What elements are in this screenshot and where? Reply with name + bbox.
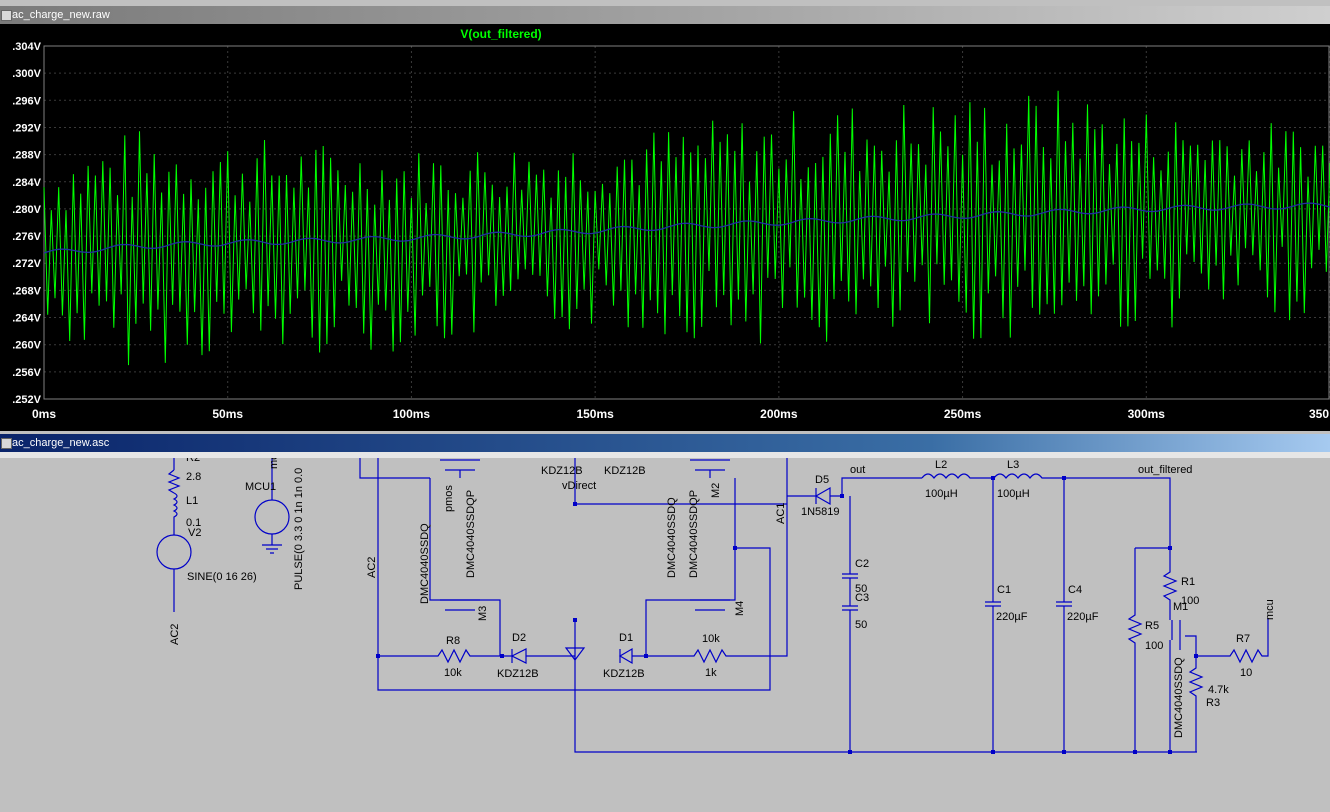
label-mcu1[interactable]: MCU1 — [245, 481, 276, 493]
y-tick-label: .304V — [12, 41, 41, 53]
x-tick-label: 300ms — [1128, 407, 1166, 421]
label-m1-part[interactable]: DMC4040SSDQ — [1173, 657, 1185, 738]
label-ac2-wire[interactable]: AC2 — [366, 557, 378, 578]
schematic-window-titlebar[interactable]: ac_charge_new.asc — [0, 434, 1330, 452]
label-v2-value[interactable]: SINE(0 16 26) — [187, 571, 257, 583]
schematic-labels: R2 2.8 L1 0.1 V2 SINE(0 16 26) AC2 MCU1 … — [169, 452, 1276, 738]
waveform-window-titlebar[interactable]: ac_charge_new.raw — [0, 6, 1330, 24]
label-l1[interactable]: L1 — [186, 495, 198, 507]
label-c3-value[interactable]: 50 — [855, 619, 867, 631]
x-tick-label: 150ms — [576, 407, 614, 421]
y-axis-ticks: .304V .300V .296V .292V .288V .284V .280V .276V… — [12, 41, 41, 406]
label-r8[interactable]: R8 — [446, 635, 460, 647]
wires — [156, 455, 1269, 753]
label-m4[interactable]: M4 — [734, 601, 746, 616]
waveform-plot[interactable]: .304V .300V .296V .292V .288V .284V .280V .276V… — [0, 24, 1330, 431]
label-c1-value[interactable]: 220µF — [996, 611, 1028, 623]
window-icon — [1, 438, 12, 449]
label-l3[interactable]: L3 — [1007, 459, 1019, 471]
label-r7[interactable]: R7 — [1236, 633, 1250, 645]
label-c3[interactable]: C3 — [855, 592, 869, 604]
schematic-canvas[interactable]: R2 2.8 L1 0.1 V2 SINE(0 16 26) AC2 MCU1 … — [0, 452, 1330, 812]
x-tick-label: 50ms — [212, 407, 243, 421]
x-tick-label: 250ms — [944, 407, 982, 421]
schematic-window-title: ac_charge_new.asc — [12, 437, 110, 449]
label-ac2-net[interactable]: AC2 — [169, 624, 181, 645]
schematic-drawing[interactable]: R2 2.8 L1 0.1 V2 SINE(0 16 26) AC2 MCU1 … — [0, 452, 1330, 812]
y-tick-label: .280V — [12, 204, 41, 216]
label-r-1k[interactable]: 1k — [705, 667, 717, 679]
label-m3-part-b[interactable]: DMC4040SSDQP — [465, 490, 477, 578]
waveform-window-title: ac_charge_new.raw — [12, 9, 110, 21]
x-tick-label: 200ms — [760, 407, 798, 421]
x-tick-label: 350 — [1309, 407, 1329, 421]
label-kdz-a[interactable]: KDZ12B — [541, 465, 583, 477]
y-tick-label: .256V — [12, 367, 41, 379]
label-d2-value[interactable]: KDZ12B — [497, 668, 539, 680]
label-r-10k[interactable]: 10k — [702, 633, 720, 645]
y-tick-label: .260V — [12, 340, 41, 352]
series-line-v-out-filtered[interactable] — [43, 90, 1330, 366]
label-m2-part-b[interactable]: DMC4040SSDQP — [688, 490, 700, 578]
label-d1-value[interactable]: KDZ12B — [603, 668, 645, 680]
label-d5-value[interactable]: 1N5819 — [801, 506, 840, 518]
label-l3-value[interactable]: 100µH — [997, 488, 1030, 500]
y-tick-label: .296V — [12, 95, 41, 107]
x-axis-ticks: 0ms 50ms 100ms 150ms 200ms 250ms 300ms 350 — [32, 407, 1329, 421]
label-kdz-b[interactable]: KDZ12B — [604, 465, 646, 477]
label-r8-value[interactable]: 10k — [444, 667, 462, 679]
label-r5[interactable]: R5 — [1145, 620, 1159, 632]
label-c4[interactable]: C4 — [1068, 584, 1082, 596]
label-l2[interactable]: L2 — [935, 459, 947, 471]
label-v2[interactable]: V2 — [188, 527, 201, 539]
label-m3-part-a[interactable]: DMC4040SSDQ — [419, 523, 431, 604]
y-tick-label: .288V — [12, 150, 41, 162]
y-tick-label: .276V — [12, 231, 41, 243]
label-m1[interactable]: M1 — [1173, 601, 1188, 613]
label-r2-value[interactable]: 2.8 — [186, 471, 201, 483]
label-mcu1-value[interactable]: PULSE(0 3.3 0 1n 1n 0.0 — [293, 468, 305, 590]
label-r1[interactable]: R1 — [1181, 576, 1195, 588]
waveform-plot-area[interactable]: .304V .300V .296V .292V .288V .284V .280V .276V… — [0, 24, 1330, 431]
label-c1[interactable]: C1 — [997, 584, 1011, 596]
x-tick-label: 100ms — [393, 407, 431, 421]
y-tick-label: .300V — [12, 68, 41, 80]
label-vdirect[interactable]: vDirect — [562, 480, 596, 492]
label-pmos[interactable]: pmos — [443, 485, 455, 512]
label-c4-value[interactable]: 220µF — [1067, 611, 1099, 623]
label-m2[interactable]: M2 — [710, 483, 722, 498]
label-d1[interactable]: D1 — [619, 632, 633, 644]
y-tick-label: .292V — [12, 122, 41, 134]
label-d2[interactable]: D2 — [512, 632, 526, 644]
y-tick-label: .252V — [12, 394, 41, 406]
schematic-top-strip — [0, 452, 1330, 458]
label-m3[interactable]: M3 — [477, 606, 489, 621]
label-r7-value[interactable]: 10 — [1240, 667, 1252, 679]
label-ac1[interactable]: AC1 — [775, 503, 787, 524]
label-l2-value[interactable]: 100µH — [925, 488, 958, 500]
trace-label[interactable]: V(out_filtered) — [460, 27, 541, 41]
y-tick-label: .272V — [12, 258, 41, 270]
label-c2[interactable]: C2 — [855, 558, 869, 570]
label-r3[interactable]: R3 — [1206, 697, 1220, 709]
x-tick-label: 0ms — [32, 407, 56, 421]
label-mcu-net[interactable]: mcu — [1264, 599, 1276, 620]
label-r5-value[interactable]: 100 — [1145, 640, 1163, 652]
window-icon — [1, 10, 12, 21]
label-m2-part-a[interactable]: DMC4040SSDQ — [666, 497, 678, 578]
label-d5[interactable]: D5 — [815, 474, 829, 486]
y-tick-label: .264V — [12, 313, 41, 325]
y-tick-label: .268V — [12, 285, 41, 297]
label-r3-value[interactable]: 4.7k — [1208, 684, 1229, 696]
y-tick-label: .284V — [12, 177, 41, 189]
label-out-filtered[interactable]: out_filtered — [1138, 464, 1192, 476]
plot-border — [43, 45, 1330, 400]
label-out[interactable]: out — [850, 464, 865, 476]
